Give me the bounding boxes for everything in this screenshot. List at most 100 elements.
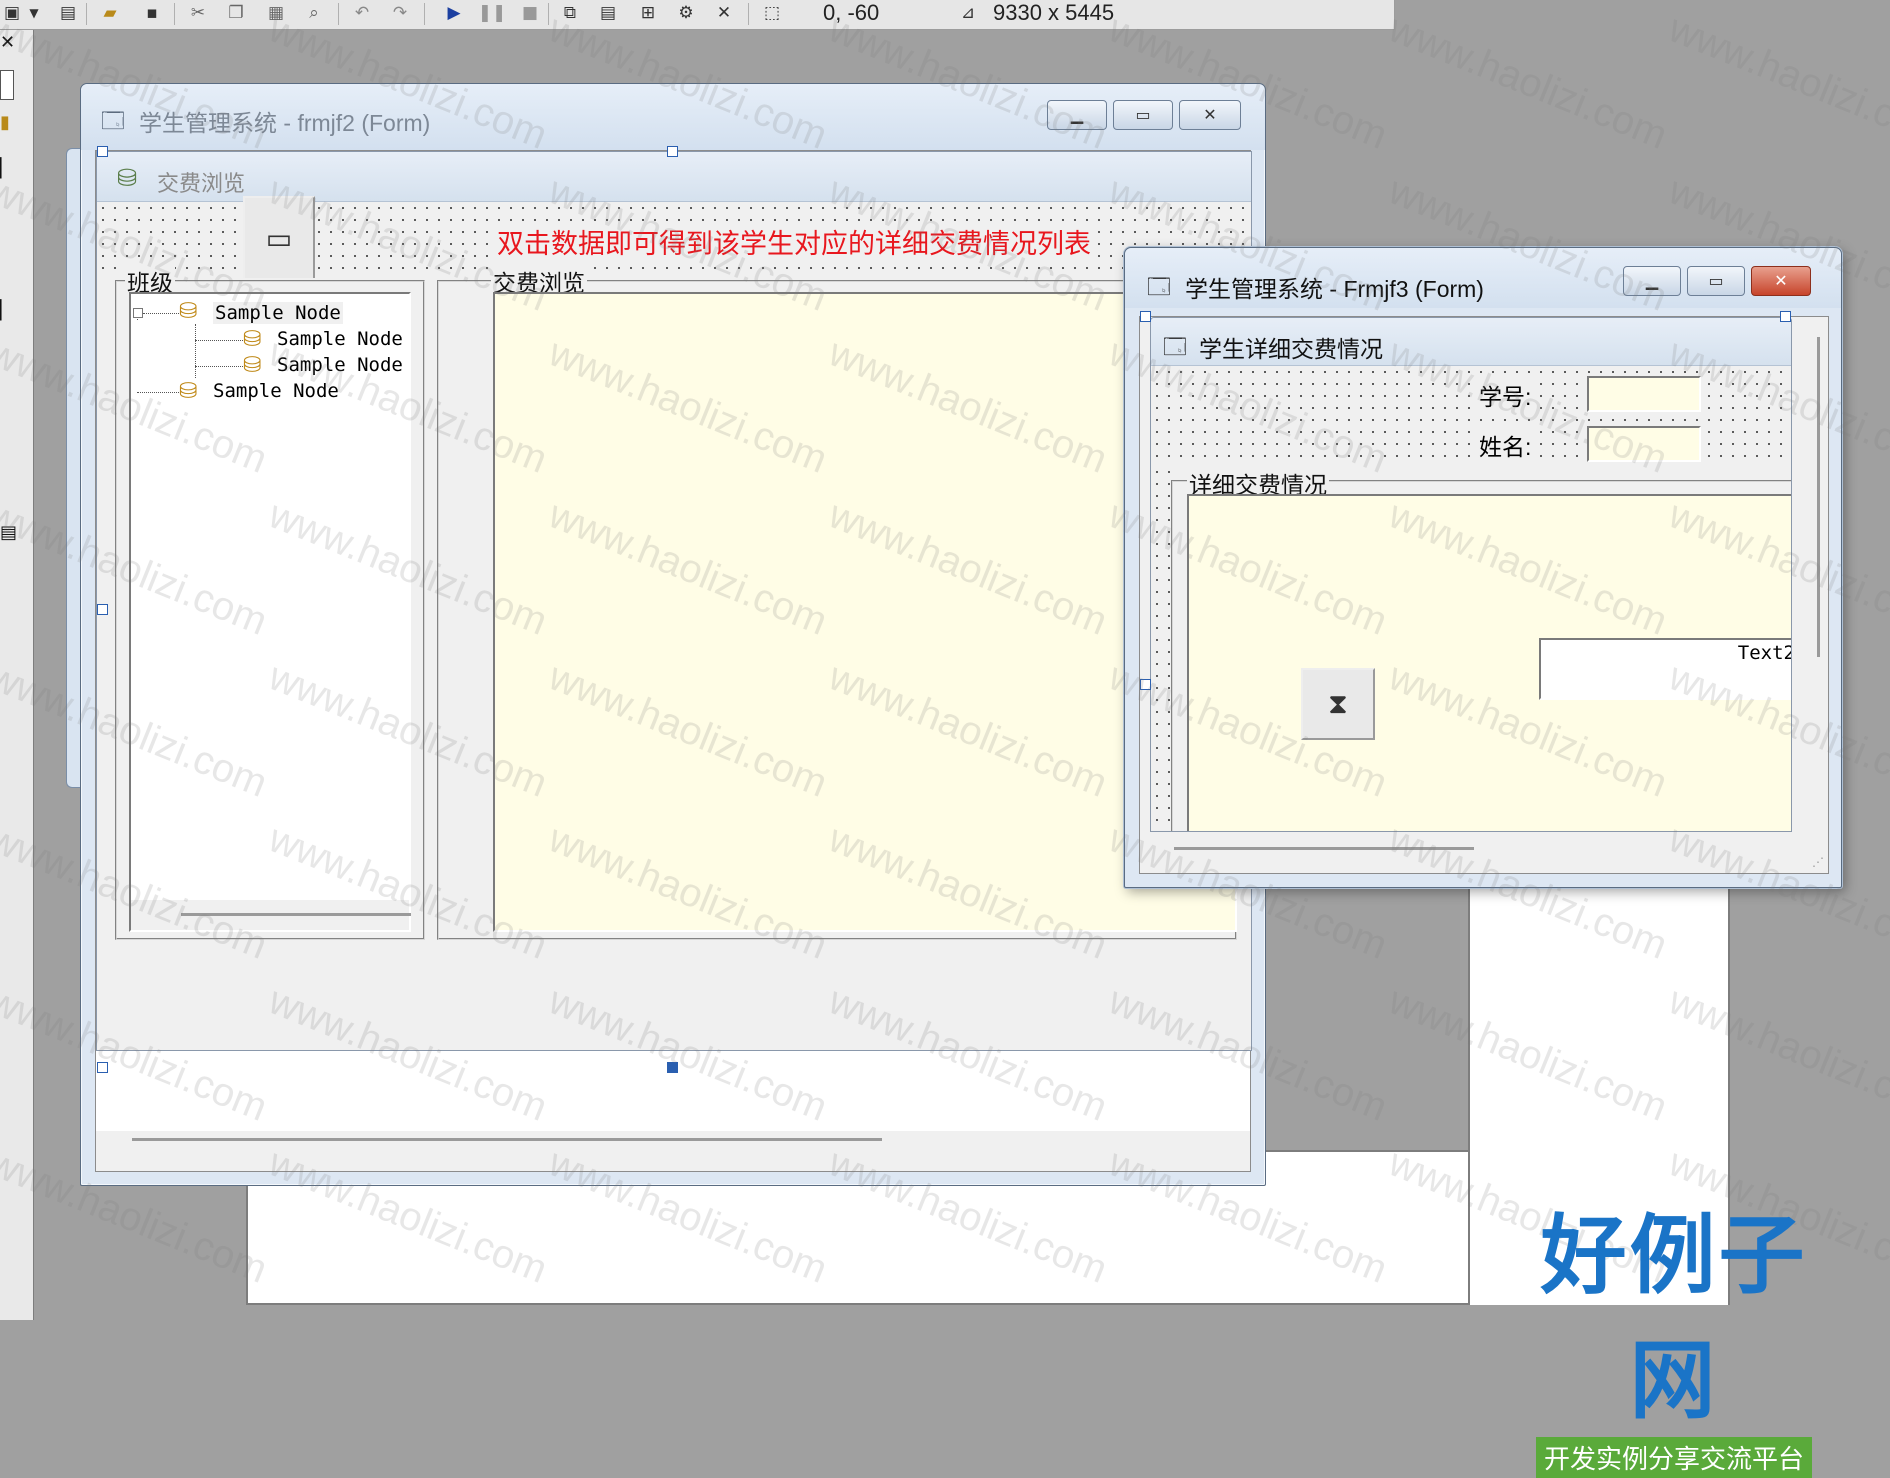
project-explorer-icon[interactable]: ⧉ bbox=[558, 3, 582, 23]
horizontal-scrollbar[interactable] bbox=[1174, 847, 1474, 850]
new-form-icon[interactable]: ▣ bbox=[0, 3, 24, 23]
imagelist-control[interactable]: ▭ bbox=[243, 196, 315, 278]
maximize-button[interactable]: ▭ bbox=[1687, 266, 1745, 296]
imagelist-icon: ▭ bbox=[265, 222, 293, 254]
logo-title: 好例子网 bbox=[1540, 1205, 1808, 1431]
mdichild-fee-title: 交费浏览 bbox=[157, 171, 246, 196]
tree-node-child-1[interactable]: Sample Node bbox=[277, 328, 403, 350]
selection-handle[interactable] bbox=[667, 1062, 678, 1073]
tree-line bbox=[143, 313, 179, 314]
minimize-icon: ▁ bbox=[1645, 273, 1659, 290]
frame-tool-icon[interactable]: ▏ bbox=[0, 300, 18, 321]
close-icon: ✕ bbox=[1774, 273, 1788, 290]
form-frmjf2-title: 学生管理系统 - frmjf2 (Form) bbox=[139, 110, 431, 136]
child-form-icon: ⛁ bbox=[117, 165, 138, 192]
class-treeview[interactable]: ⛁ Sample Node ⛁ Sample Node ⛁ Sample Nod… bbox=[129, 292, 411, 932]
watermark-text: www.haolizi.com bbox=[1382, 6, 1674, 158]
size-readout: 9330 x 5445 bbox=[993, 0, 1115, 25]
tree-expand-icon[interactable] bbox=[133, 308, 143, 318]
maximize-icon: ▭ bbox=[1135, 107, 1151, 124]
mdichild-fee-titlebar[interactable]: ⛁ 交费浏览 bbox=[97, 152, 1251, 202]
cut-icon[interactable]: ✂ bbox=[186, 3, 210, 23]
object-browser-icon[interactable]: ⚙ bbox=[674, 3, 698, 23]
form-frmjf3-window[interactable]: 🗔 学生管理系统 - Frmjf3 (Form) ▁ ▭ ✕ ⋰ 🗔 学生详细交… bbox=[1124, 247, 1842, 888]
name-label: 姓名: bbox=[1477, 428, 1540, 462]
menu-editor-icon[interactable]: ▤ bbox=[56, 3, 80, 23]
tree-node-root-2[interactable]: Sample Node bbox=[213, 380, 339, 402]
imagelist-control[interactable]: ⧗ bbox=[1301, 668, 1375, 740]
label-tool-icon[interactable]: ▮ bbox=[0, 112, 18, 133]
form-frmjf2-titlebar[interactable]: 🗔 学生管理系统 - frmjf2 (Form) ▁ ▭ ✕ bbox=[81, 84, 1265, 150]
student-id-input[interactable] bbox=[1587, 376, 1701, 412]
position-icon: ⬚ bbox=[763, 3, 781, 23]
picture-tool-icon[interactable] bbox=[0, 70, 14, 100]
minimize-button[interactable]: ▁ bbox=[1623, 266, 1681, 296]
textbox-tool-icon[interactable]: ▏ bbox=[0, 158, 18, 179]
open-icon[interactable]: ▰ bbox=[98, 3, 122, 23]
tree-node-icon: ⛁ bbox=[179, 378, 198, 403]
pointer-tool-icon[interactable]: ✕ bbox=[0, 32, 18, 53]
mdichild-detail-titlebar[interactable]: 🗔 学生详细交费情况 bbox=[1151, 318, 1791, 366]
copy-icon[interactable]: ❐ bbox=[224, 3, 248, 23]
redo-icon[interactable]: ↷ bbox=[388, 3, 412, 23]
selection-handle[interactable] bbox=[1780, 311, 1791, 322]
minimize-button[interactable]: ▁ bbox=[1047, 100, 1107, 130]
close-button[interactable]: ✕ bbox=[1751, 266, 1811, 296]
tree-node-icon: ⛁ bbox=[243, 352, 262, 377]
selection-handle[interactable] bbox=[1140, 679, 1151, 690]
form-frmjf2-client: ⛁ 交费浏览 ▭ 双击数据即可得到该学生对应的详细交费情况列表 班级 ⛁ Sam… bbox=[95, 150, 1252, 1172]
name-input[interactable] bbox=[1587, 426, 1701, 462]
position-readout: 0, -60 bbox=[823, 0, 880, 25]
minimize-icon: ▁ bbox=[1070, 107, 1084, 124]
selection-handle[interactable] bbox=[97, 146, 108, 157]
close-button[interactable]: ✕ bbox=[1179, 100, 1241, 130]
detail-datagrid[interactable]: ⧗ Text2 bbox=[1187, 494, 1791, 831]
watermark-text: www.haolizi.com bbox=[1662, 6, 1890, 158]
ide-toolbar: ▣ ▼ ▤ ▰ ▪ ✂ ❐ ▦ ⌕ ↶ ↷ ▶ ❚❚ ■ ⧉ ▤ ⊞ ⚙ ✕ ⬚… bbox=[0, 0, 1395, 30]
size-icon: ⊿ bbox=[960, 3, 976, 23]
form-layout-icon[interactable]: ⊞ bbox=[636, 3, 660, 23]
tree-line bbox=[195, 324, 196, 378]
tree-node-root-1[interactable]: Sample Node bbox=[213, 302, 343, 324]
tree-node-child-2[interactable]: Sample Node bbox=[277, 354, 403, 376]
mdichild-fee-browse: ⛁ 交费浏览 ▭ 双击数据即可得到该学生对应的详细交费情况列表 班级 ⛁ Sam… bbox=[96, 151, 1252, 1051]
mdichild-detail: 🗔 学生详细交费情况 学号: 姓名: 详细交费情况 ⧗ Text2 bbox=[1150, 317, 1792, 832]
student-id-label: 学号: bbox=[1477, 378, 1540, 412]
paste-icon[interactable]: ▦ bbox=[264, 3, 288, 23]
save-icon[interactable]: ▪ bbox=[140, 3, 164, 23]
form-frmjf3-titlebar[interactable]: 🗔 学生管理系统 - Frmjf3 (Form) ▁ ▭ ✕ bbox=[1125, 248, 1841, 308]
text2-textbox[interactable]: Text2 bbox=[1539, 638, 1791, 700]
tree-horizontal-scrollbar[interactable] bbox=[181, 913, 411, 916]
imagelist-icon: ⧗ bbox=[1328, 687, 1348, 719]
resize-grip-icon[interactable]: ⋰ bbox=[1812, 855, 1824, 869]
selection-handle[interactable] bbox=[97, 604, 108, 615]
vertical-scrollbar[interactable] bbox=[1817, 337, 1820, 657]
horizontal-scrollbar[interactable] bbox=[132, 1138, 882, 1141]
toolbox-icon[interactable]: ✕ bbox=[712, 3, 736, 23]
maximize-button[interactable]: ▭ bbox=[1113, 100, 1173, 130]
selection-handle[interactable] bbox=[1140, 311, 1151, 322]
pause-icon[interactable]: ❚❚ bbox=[478, 3, 507, 23]
listbox-tool-icon[interactable]: ▤ bbox=[0, 522, 18, 543]
stop-icon[interactable]: ■ bbox=[518, 3, 542, 23]
form-frmjf3-client: ⋰ 🗔 学生详细交费情况 学号: 姓名: 详细交费情况 ⧗ Text2 bbox=[1139, 311, 1829, 874]
chevron-down-icon[interactable]: ▼ bbox=[22, 3, 46, 23]
form-frmjf2-window[interactable]: 🗔 学生管理系统 - frmjf2 (Form) ▁ ▭ ✕ ⛁ 交费浏览 ▭ … bbox=[80, 83, 1266, 1186]
child-form-icon: 🗔 bbox=[1163, 334, 1187, 359]
properties-icon[interactable]: ▤ bbox=[596, 3, 620, 23]
tree-line bbox=[195, 366, 243, 367]
toolbox-panel: ✕ ▮ ▏ ▏ ▤ bbox=[0, 30, 34, 1320]
undo-icon[interactable]: ↶ bbox=[350, 3, 374, 23]
tree-line bbox=[137, 392, 179, 393]
mdichild-detail-title: 学生详细交费情况 bbox=[1199, 336, 1383, 362]
form-frmjf3-title: 学生管理系统 - Frmjf3 (Form) bbox=[1185, 276, 1484, 302]
tree-node-icon: ⛁ bbox=[243, 326, 262, 351]
selection-handle[interactable] bbox=[667, 146, 678, 157]
logo-subtitle: 开发实例分享交流平台 bbox=[1535, 1437, 1812, 1478]
find-icon[interactable]: ⌕ bbox=[302, 3, 326, 23]
tree-line bbox=[195, 340, 243, 341]
selection-handle[interactable] bbox=[97, 1062, 108, 1073]
form-icon: 🗔 bbox=[101, 108, 125, 133]
run-icon[interactable]: ▶ bbox=[442, 3, 466, 23]
tree-node-icon: ⛁ bbox=[179, 298, 198, 323]
